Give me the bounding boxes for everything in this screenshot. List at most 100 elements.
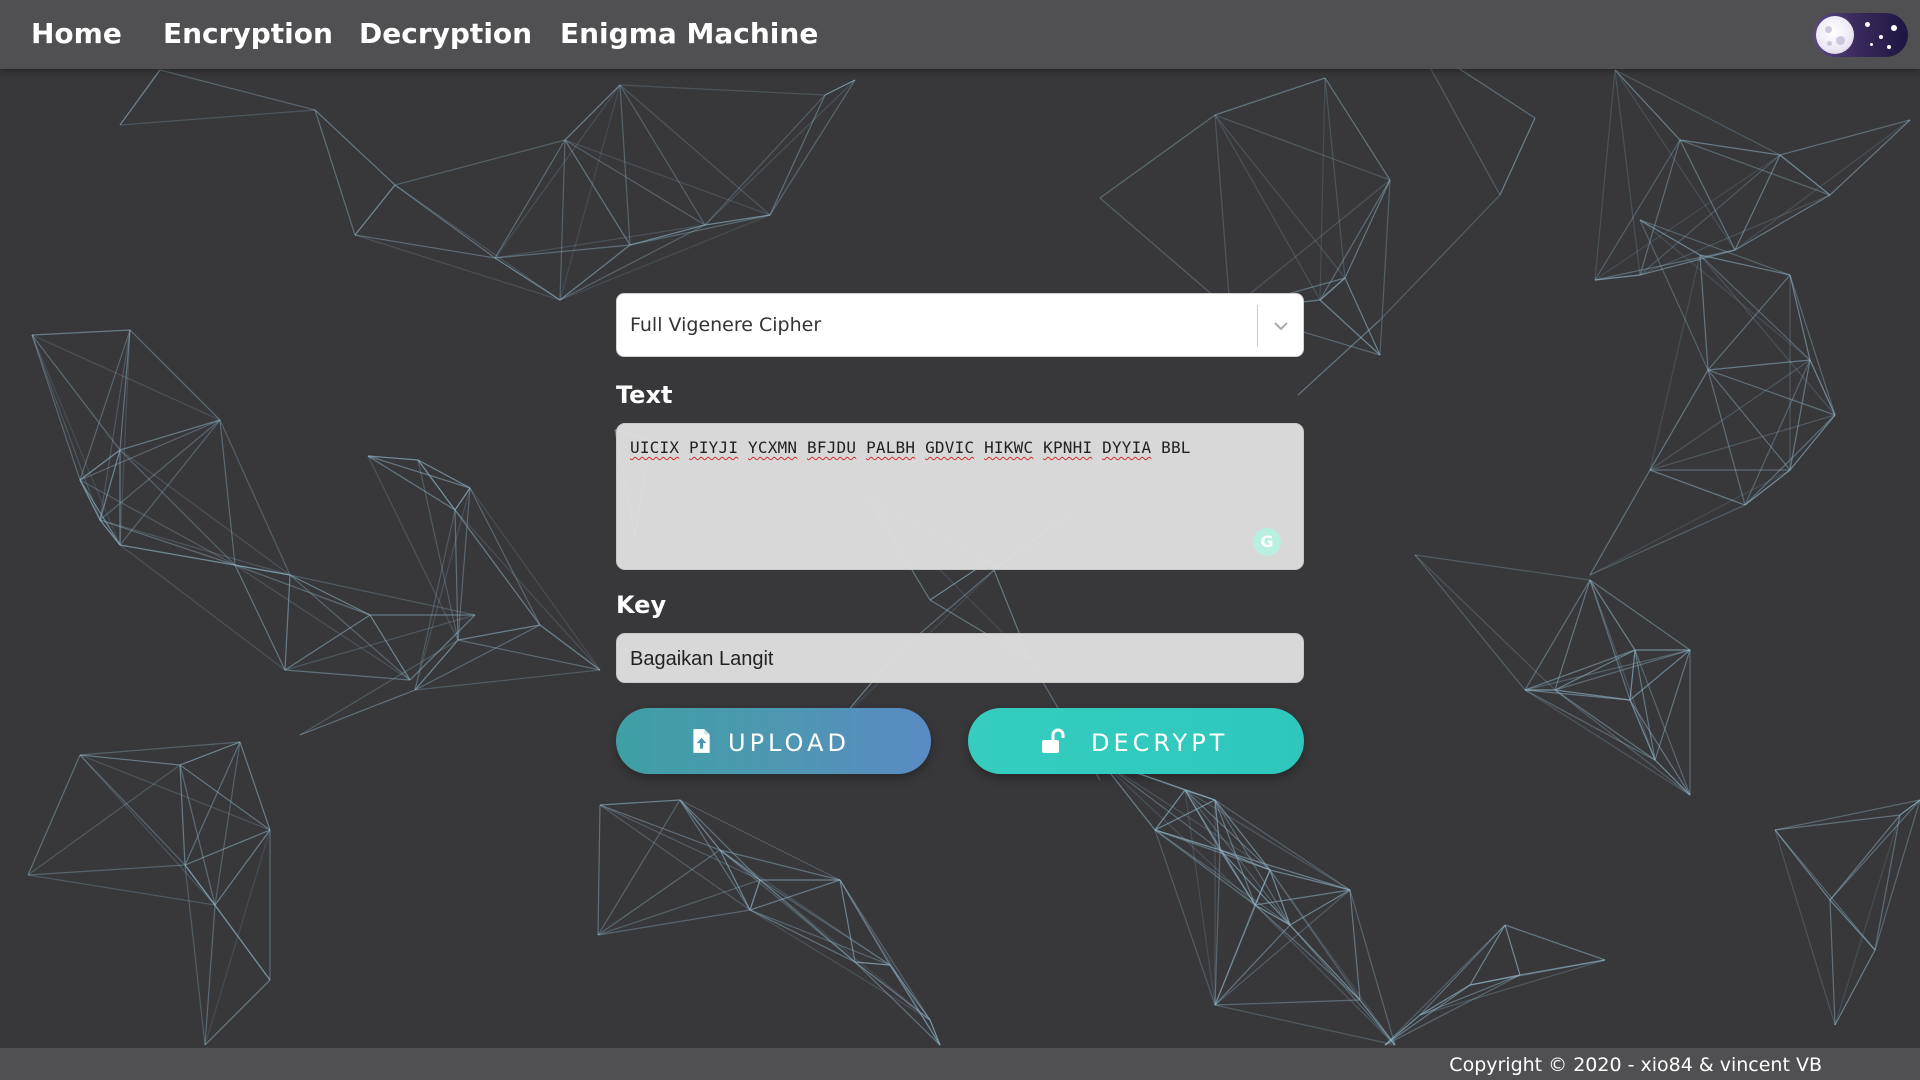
network-line xyxy=(1289,924,1396,1046)
network-line xyxy=(79,741,241,756)
network-line xyxy=(1414,554,1526,691)
network-line xyxy=(369,614,411,681)
network-line xyxy=(1419,959,1606,1016)
cipher-type-select[interactable]: Full Vigenere Cipher xyxy=(616,293,1304,357)
cipher-text-word: KPNHI xyxy=(1043,438,1093,457)
network-line xyxy=(619,84,771,216)
grammarly-icon[interactable]: G xyxy=(1253,528,1281,556)
network-line xyxy=(184,864,206,1046)
network-line xyxy=(1649,254,1701,471)
upload-button[interactable]: UPLOAD xyxy=(616,708,931,774)
network-line xyxy=(1499,117,1536,196)
network-line xyxy=(1829,814,1901,901)
network-line xyxy=(1214,999,1361,1006)
network-line xyxy=(1654,759,1691,796)
network-line xyxy=(597,804,601,936)
network-line xyxy=(1734,154,1781,251)
network-line xyxy=(1524,689,1691,796)
cipher-text-word: YCXMN xyxy=(748,438,798,457)
network-line xyxy=(214,741,241,906)
network-line xyxy=(1099,114,1216,199)
network-line xyxy=(1639,139,1681,276)
network-line xyxy=(1654,649,1691,761)
network-line xyxy=(599,799,681,806)
network-line xyxy=(79,754,216,906)
network-line xyxy=(284,574,291,671)
cipher-text-word: BBL xyxy=(1161,438,1191,457)
star-icon xyxy=(1865,22,1870,27)
network-line xyxy=(599,804,761,881)
network-line xyxy=(469,487,541,626)
network-line xyxy=(1154,829,1216,1006)
network-line xyxy=(759,879,891,966)
network-line xyxy=(759,879,931,1021)
network-line xyxy=(1229,179,1391,311)
decrypt-button[interactable]: DECRYPT xyxy=(968,708,1304,774)
network-line xyxy=(1734,194,1831,251)
network-line xyxy=(1214,114,1321,301)
network-line xyxy=(769,79,856,216)
network-line xyxy=(414,669,601,691)
network-line xyxy=(1504,924,1521,976)
network-line xyxy=(1524,689,1656,761)
key-input[interactable]: Bagaikan Langit xyxy=(616,633,1304,683)
theme-toggle-switch[interactable] xyxy=(1813,13,1908,57)
network-line xyxy=(1414,554,1556,691)
network-line xyxy=(214,904,271,981)
network-line xyxy=(559,214,771,301)
network-line xyxy=(31,334,121,546)
network-line xyxy=(1634,649,1656,761)
network-line xyxy=(619,84,706,226)
network-line xyxy=(1414,554,1591,581)
network-line xyxy=(1324,77,1391,181)
nav-decryption-link[interactable]: Decryption xyxy=(359,14,532,54)
network-line xyxy=(1419,984,1471,1016)
cipher-text-input[interactable]: UICIX PIYJI YCXMN BFJDU PALBH GDVIC HIKW… xyxy=(616,423,1304,570)
network-line xyxy=(1774,829,1876,951)
network-line xyxy=(414,624,541,691)
network-line xyxy=(299,689,416,736)
unlock-icon xyxy=(1042,728,1065,753)
network-line xyxy=(284,614,476,671)
network-line xyxy=(559,244,631,301)
network-line xyxy=(564,139,771,216)
upload-button-label: UPLOAD xyxy=(728,729,850,757)
nav-encryption-link[interactable]: Encryption xyxy=(163,14,333,54)
cipher-text-word: UICIX xyxy=(630,438,680,457)
network-line xyxy=(1099,759,1256,906)
network-line xyxy=(454,509,601,671)
network-line xyxy=(79,754,181,766)
chevron-down-icon[interactable] xyxy=(1269,314,1293,338)
network-line xyxy=(204,904,216,1046)
network-line xyxy=(1629,649,1636,701)
select-separator xyxy=(1257,305,1258,347)
key-input-value: Bagaikan Langit xyxy=(630,648,774,670)
network-line xyxy=(1789,359,1811,471)
network-line xyxy=(1214,77,1326,116)
key-field-label: Key xyxy=(616,591,667,619)
copyright-text: Copyright © 2020 - xio84 & vincent VB xyxy=(1449,1054,1822,1076)
network-line xyxy=(1589,504,1746,576)
network-line xyxy=(629,214,771,246)
nav-home-link[interactable]: Home xyxy=(31,14,122,54)
network-line xyxy=(1829,899,1876,951)
network-line xyxy=(559,84,621,301)
page: Home Encryption Decryption Enigma Machin… xyxy=(0,0,1920,1080)
top-navbar: Home Encryption Decryption Enigma Machin… xyxy=(0,0,1920,69)
network-line xyxy=(31,334,101,521)
network-line xyxy=(284,614,371,671)
network-line xyxy=(1214,904,1256,1006)
network-line xyxy=(31,329,131,336)
network-line xyxy=(564,139,706,226)
network-line xyxy=(1379,179,1391,356)
network-line xyxy=(457,639,601,671)
network-line xyxy=(1707,359,1811,371)
network-line xyxy=(597,879,761,936)
network-line xyxy=(119,69,161,126)
network-line xyxy=(1254,904,1396,1046)
star-icon xyxy=(1887,45,1891,49)
network-line xyxy=(1614,69,1736,251)
network-line xyxy=(494,257,561,301)
network-line xyxy=(1219,849,1351,891)
nav-enigma-machine-link[interactable]: Enigma Machine xyxy=(560,14,818,54)
